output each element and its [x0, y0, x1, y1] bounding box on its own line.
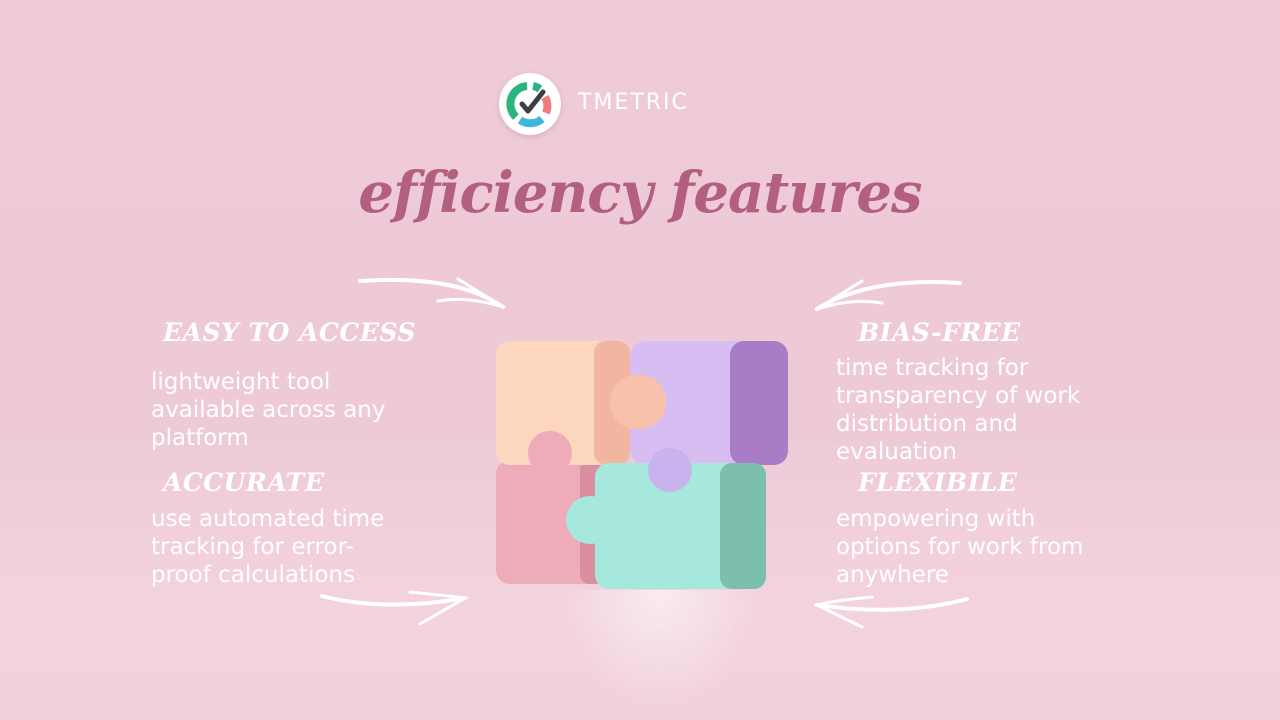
feature-line: available across any: [151, 397, 386, 423]
feature-line: use automated time: [151, 506, 385, 532]
arrow-bottom-left-icon: [320, 590, 470, 634]
feature-line: time tracking for: [836, 355, 1029, 381]
feature-accurate: ACCURATE: [163, 468, 324, 497]
feature-line: lightweight tool: [151, 369, 331, 395]
arrow-bottom-right-icon: [812, 595, 972, 639]
tmetric-check-gauge-icon: [506, 82, 552, 128]
page-title: efficiency features: [358, 160, 922, 226]
arrow-top-right-icon: [812, 275, 962, 319]
feature-heading: BIAS-FREE: [858, 318, 1021, 347]
feature-description: lightweight tool available across any pl…: [151, 368, 385, 452]
feature-line: evaluation: [836, 439, 957, 465]
feature-description: use automated time tracking for error- p…: [151, 505, 384, 589]
feature-line: platform: [151, 425, 249, 451]
feature-easy-to-access: EASY TO ACCESS: [163, 318, 416, 347]
feature-bias-free: BIAS-FREE: [858, 318, 1021, 347]
feature-description: time tracking for transparency of work d…: [836, 354, 1080, 466]
brand-name: TMETRIC: [578, 90, 689, 115]
puzzle-pieces-icon: [490, 335, 800, 604]
feature-line: anywhere: [836, 562, 949, 588]
arrow-top-left-icon: [358, 275, 508, 319]
feature-flexibile: FLEXIBILE: [858, 468, 1017, 497]
floor-reflection: [560, 590, 760, 710]
feature-heading: FLEXIBILE: [858, 468, 1018, 497]
feature-line: transparency of work: [836, 383, 1081, 409]
feature-line: options for work from: [836, 534, 1084, 560]
feature-line: distribution and: [836, 411, 1018, 437]
feature-line: tracking for error-: [151, 534, 354, 560]
feature-line: empowering with: [836, 506, 1036, 532]
feature-description: empowering with options for work from an…: [836, 505, 1083, 589]
tmetric-logo: [499, 73, 561, 135]
feature-heading: ACCURATE: [163, 468, 325, 497]
feature-heading: EASY TO ACCESS: [163, 318, 416, 347]
feature-line: proof calculations: [151, 562, 355, 588]
